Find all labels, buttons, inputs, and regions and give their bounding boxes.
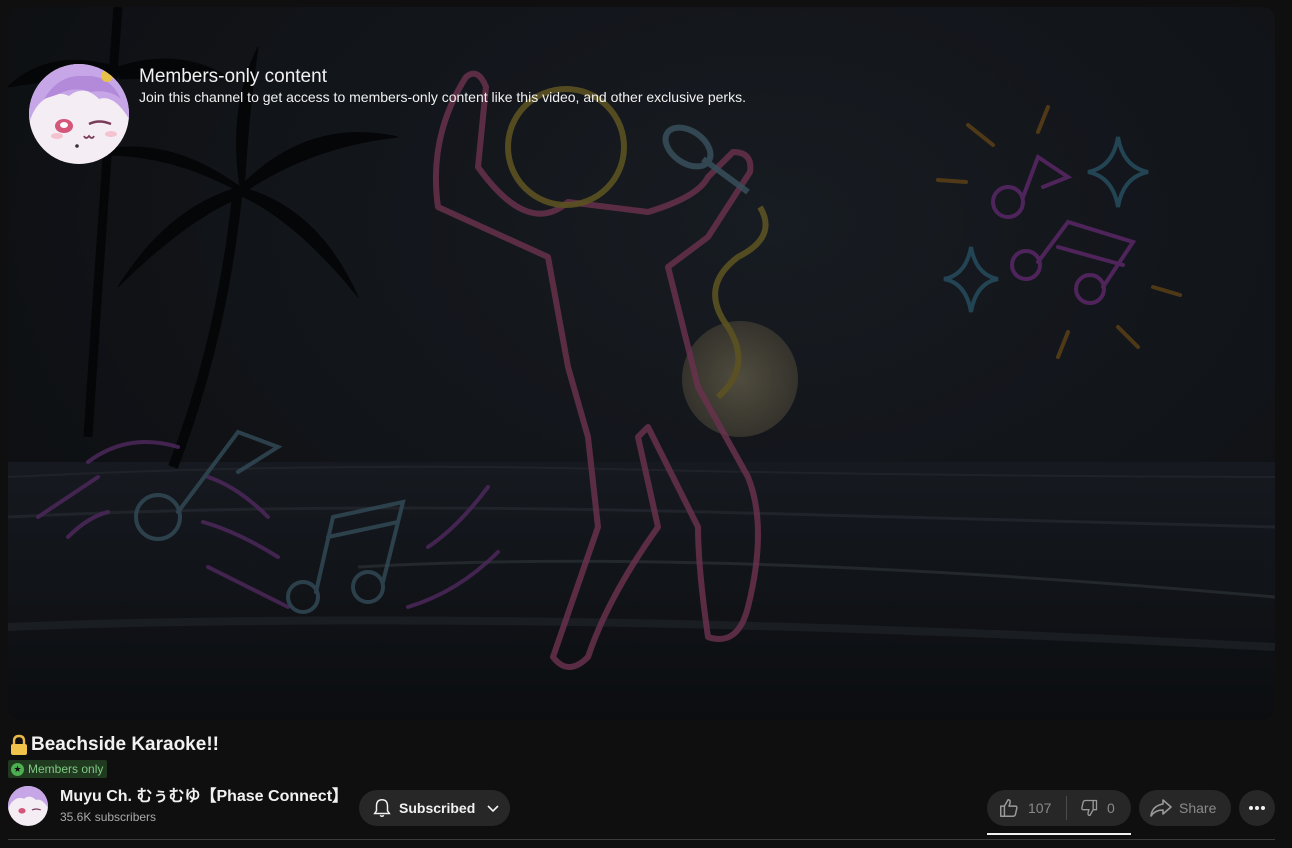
avatar-small-art (8, 786, 48, 826)
star-icon: ★ (11, 762, 24, 776)
members-only-description: Join this channel to get access to membe… (139, 89, 746, 105)
like-dislike-group: 107 0 (987, 790, 1131, 826)
share-button[interactable]: Share (1139, 790, 1231, 826)
channel-avatar-large[interactable] (29, 64, 129, 164)
members-only-overlay: Members-only content Join this channel t… (29, 64, 746, 164)
video-player[interactable]: Members-only content Join this channel t… (8, 7, 1275, 720)
chevron-down-icon (487, 805, 499, 813)
divider (8, 839, 1275, 840)
avatar-art (29, 64, 129, 164)
members-only-title: Members-only content (139, 66, 327, 87)
video-title-row: Beachside Karaoke!! (9, 734, 219, 756)
more-icon (1249, 806, 1265, 810)
members-only-badge-label: Members only (28, 762, 104, 776)
share-icon (1150, 799, 1172, 817)
subscribed-label: Subscribed (399, 800, 476, 816)
like-active-indicator (987, 833, 1131, 835)
share-label: Share (1179, 800, 1217, 816)
subscribed-button[interactable]: Subscribed (359, 790, 510, 826)
like-count: 107 (1028, 800, 1052, 816)
channel-name-link[interactable]: Muyu Ch. むぅむゆ【Phase Connect】 (60, 786, 348, 808)
lock-icon (9, 734, 29, 756)
bell-icon (373, 799, 391, 817)
channel-avatar[interactable] (8, 786, 48, 826)
thumbs-down-icon (1081, 799, 1098, 817)
like-button[interactable]: 107 (987, 797, 1066, 819)
thumbs-up-icon (1000, 799, 1018, 817)
video-title: Beachside Karaoke!! (31, 734, 219, 755)
more-actions-button[interactable] (1239, 790, 1275, 826)
subscriber-count: 35.6K subscribers (60, 810, 157, 824)
channel-owner-row: Muyu Ch. むぅむゆ【Phase Connect】 35.6K subsc… (8, 786, 348, 826)
dislike-button[interactable]: 0 (1067, 798, 1115, 818)
dislike-count: 0 (1107, 800, 1115, 816)
members-only-badge: ★ Members only (8, 760, 108, 778)
